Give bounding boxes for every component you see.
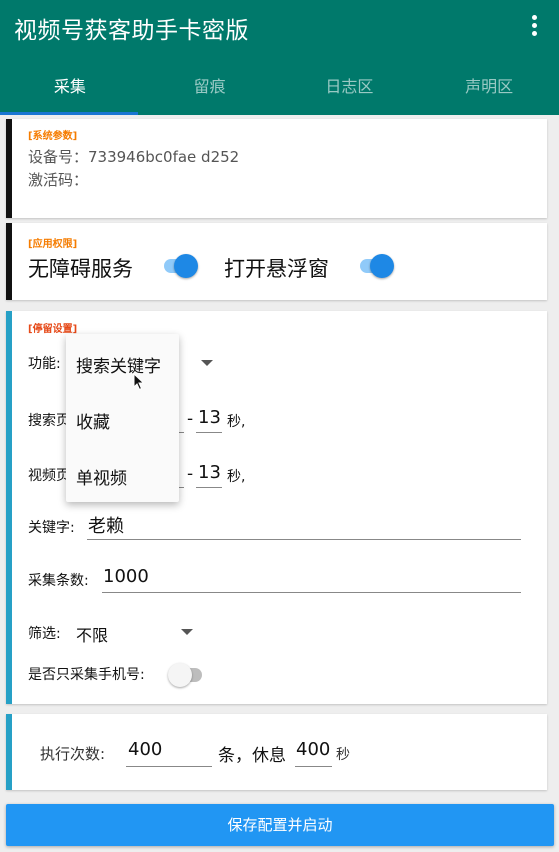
keyword-label: 关键字:	[28, 520, 75, 536]
tab-traces[interactable]: 留痕	[140, 62, 280, 112]
phone-only-label: 是否只采集手机号:	[28, 667, 145, 683]
mouse-cursor-icon	[133, 373, 145, 391]
stay-card-bar	[6, 311, 12, 704]
filter-select[interactable]: 不限	[76, 622, 108, 646]
keyword-input[interactable]: 老赖	[88, 512, 124, 538]
function-option-single-video[interactable]: 单视频	[76, 464, 127, 489]
video-stay-label: 视频页	[28, 468, 70, 484]
more-vert-icon[interactable]	[531, 15, 539, 37]
function-dropdown: 搜索关键字 收藏 单视频	[66, 334, 179, 502]
times-input[interactable]: 400	[128, 739, 162, 760]
tab-logs[interactable]: 日志区	[280, 62, 420, 112]
overlay-label: 打开悬浮窗	[224, 257, 329, 281]
function-option-favorites[interactable]: 收藏	[76, 408, 110, 433]
app-title: 视频号获客助手卡密版	[14, 18, 249, 44]
search-range-separator: -	[187, 409, 194, 429]
count-label: 采集条数:	[28, 573, 89, 589]
system-card: [系统参数] 设备号：733946bc0fae d252 激活码：	[6, 119, 547, 218]
rest-input[interactable]: 400	[296, 739, 330, 760]
tab-indicator	[0, 112, 138, 115]
permissions-section-label: [应用权限]	[28, 239, 78, 250]
rest-label: 条，休息	[218, 746, 286, 766]
function-option-search-keyword[interactable]: 搜索关键字	[76, 352, 161, 377]
app-bar: 视频号获客助手卡密版 采集 留痕 日志区 声明区	[0, 0, 559, 115]
execution-card-bar	[6, 714, 12, 790]
system-card-bar	[6, 119, 12, 218]
count-underline	[102, 592, 521, 593]
filter-label: 筛选:	[28, 626, 61, 642]
activation-code-text: 激活码：	[28, 171, 89, 189]
overlay-switch[interactable]	[358, 254, 394, 278]
rest-unit: 秒	[336, 747, 350, 763]
search-stay-label: 搜索页	[28, 413, 70, 429]
device-id-text: 设备号：733946bc0fae d252	[28, 148, 240, 166]
tab-bar: 采集 留痕 日志区 声明区	[0, 62, 559, 112]
stay-section-label: [停留设置]	[28, 324, 78, 335]
search-unit: 秒,	[227, 414, 246, 430]
function-chevron-down-icon[interactable]	[201, 360, 213, 366]
execution-card: 执行次数: 400 条，休息 400 秒	[6, 714, 547, 790]
tab-statement[interactable]: 声明区	[419, 62, 559, 112]
function-label: 功能:	[28, 356, 61, 372]
filter-chevron-down-icon[interactable]	[181, 629, 193, 635]
search-max-input[interactable]: 13	[198, 407, 221, 428]
accessibility-label: 无障碍服务	[28, 257, 133, 281]
system-section-label: [系统参数]	[28, 131, 78, 142]
accessibility-switch[interactable]	[162, 254, 198, 278]
video-range-separator: -	[187, 464, 194, 484]
keyword-underline	[87, 539, 521, 540]
search-max-underline	[196, 432, 222, 433]
rest-underline	[295, 766, 332, 767]
video-max-underline	[196, 487, 222, 488]
phone-only-switch[interactable]	[168, 663, 204, 687]
times-label: 执行次数:	[40, 745, 106, 763]
tab-collect[interactable]: 采集	[0, 62, 140, 112]
save-and-start-button[interactable]: 保存配置并启动	[6, 804, 554, 846]
permissions-card: [应用权限] 无障碍服务 打开悬浮窗	[6, 223, 547, 300]
video-max-input[interactable]: 13	[198, 462, 221, 483]
video-unit: 秒,	[227, 469, 246, 485]
count-input[interactable]: 1000	[103, 566, 149, 587]
times-underline	[126, 766, 212, 767]
permissions-card-bar	[6, 223, 12, 300]
